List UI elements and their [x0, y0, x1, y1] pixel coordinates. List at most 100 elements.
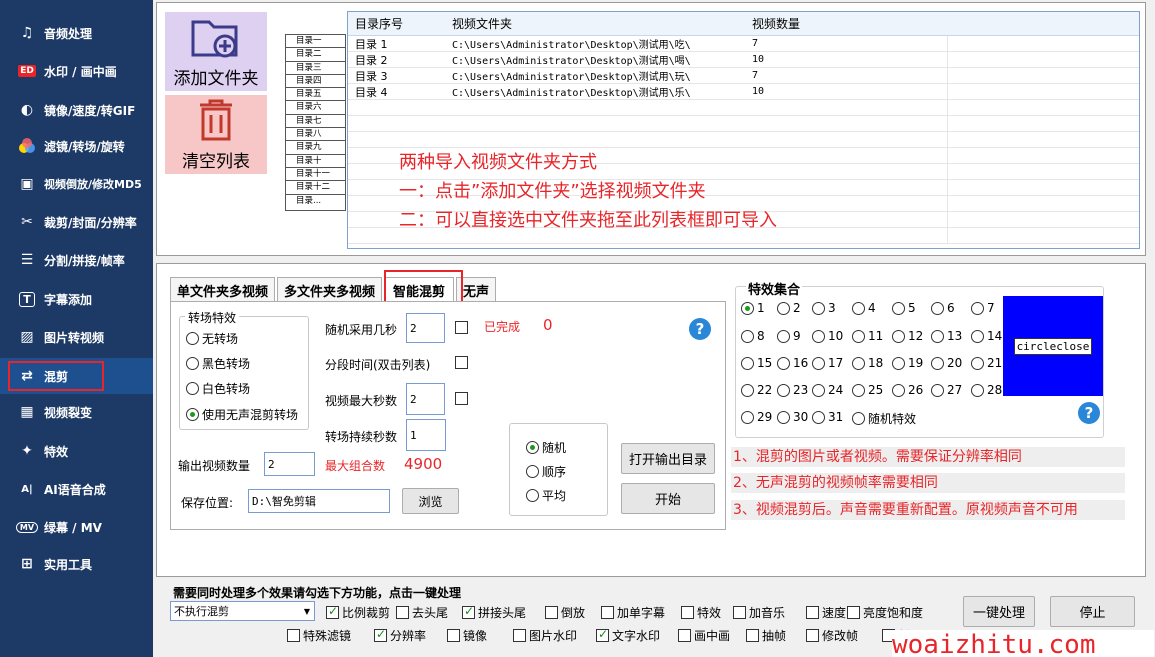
effect-radio[interactable]: 10 — [812, 329, 843, 343]
batch-option[interactable]: 抽帧 — [746, 627, 786, 644]
sidebar-item-tools[interactable]: ⊞ 实用工具 — [0, 546, 153, 582]
sidebar-item-mv[interactable]: MV 绿幕 / MV — [0, 509, 153, 545]
tab-highlight-box — [384, 270, 463, 305]
effect-radio[interactable]: 17 — [812, 356, 843, 370]
effect-radio[interactable]: 13 — [931, 329, 962, 343]
effect-radio[interactable]: 24 — [812, 383, 843, 397]
stop-button[interactable]: 停止 — [1050, 596, 1135, 627]
effect-radio[interactable]: 16 — [777, 356, 808, 370]
effect-radio[interactable]: 30 — [777, 410, 808, 424]
table-row[interactable]: 目录 2 C:\Users\Administrator\Desktop\测试用\… — [348, 52, 1139, 68]
effect-radio[interactable]: 15 — [741, 356, 772, 370]
table-row[interactable]: 目录 4 C:\Users\Administrator\Desktop\测试用\… — [348, 84, 1139, 100]
batch-option[interactable]: 特效 — [681, 604, 721, 621]
effect-radio[interactable]: 31 — [812, 410, 843, 424]
sidebar-item-fission[interactable]: ▦ 视频裂变 — [0, 394, 153, 430]
effect-radio[interactable]: 9 — [777, 329, 801, 343]
effect-radio[interactable]: 29 — [741, 410, 772, 424]
transition-seconds-input[interactable]: 1 — [406, 419, 446, 451]
browse-button[interactable]: 浏览 — [402, 488, 459, 514]
batch-option[interactable]: 文字水印 — [596, 627, 660, 644]
effect-radio[interactable]: 7 — [971, 301, 995, 315]
sidebar-item-subtitle[interactable]: T 字幕添加 — [0, 281, 153, 317]
effect-radio[interactable]: 随机特效 — [852, 410, 916, 427]
effect-radio[interactable]: 25 — [852, 383, 883, 397]
radio-silent-transition[interactable]: 使用无声混剪转场 — [186, 406, 298, 423]
sidebar-item-mirror[interactable]: ◐ 镜像/速度/转GIF — [0, 92, 153, 128]
output-count-input[interactable]: 2 — [264, 452, 315, 476]
batch-option[interactable]: 拼接头尾 — [462, 604, 526, 621]
batch-option[interactable]: 分辨率 — [374, 627, 426, 644]
add-folder-button[interactable]: 添加文件夹 — [165, 12, 267, 91]
batch-option[interactable]: 特殊滤镜 — [287, 627, 351, 644]
effect-radio[interactable]: 5 — [892, 301, 916, 315]
radio-order-sequential[interactable]: 顺序 — [526, 463, 566, 480]
effect-radio[interactable]: 8 — [741, 329, 765, 343]
dir-item: 目录七 — [286, 115, 345, 129]
max-seconds-checkbox[interactable] — [455, 392, 468, 405]
random-seconds-checkbox[interactable] — [455, 321, 468, 334]
batch-option[interactable]: 速度 — [806, 604, 846, 621]
sidebar-item-filter[interactable]: 滤镜/转场/旋转 — [0, 128, 153, 164]
batch-option[interactable]: 加单字幕 — [601, 604, 665, 621]
batch-option[interactable]: 加音乐 — [733, 604, 785, 621]
tab-single-folder[interactable]: 单文件夹多视频 — [170, 277, 276, 302]
sidebar-item-split[interactable]: ☰ 分割/拼接/帧率 — [0, 242, 153, 278]
effect-radio[interactable]: 4 — [852, 301, 876, 315]
table-row[interactable]: 目录 3 C:\Users\Administrator\Desktop\测试用\… — [348, 68, 1139, 84]
effect-radio[interactable]: 28 — [971, 383, 1002, 397]
max-seconds-input[interactable]: 2 — [406, 383, 445, 415]
clear-list-button[interactable]: 清空列表 — [165, 95, 267, 174]
sidebar-item-watermark[interactable]: ED 水印 / 画中画 — [0, 53, 153, 89]
help-icon[interactable]: ? — [689, 318, 711, 340]
sidebar-item-effects[interactable]: ✦ 特效 — [0, 433, 153, 469]
sidebar-item-reverse[interactable]: ▣ 视频倒放/修改MD5 — [0, 166, 153, 202]
sidebar-item-audio[interactable]: ♫ 音频处理 — [0, 15, 153, 51]
effect-radio[interactable]: 21 — [971, 356, 1002, 370]
radio-black-transition[interactable]: 黑色转场 — [186, 355, 250, 372]
random-seconds-input[interactable]: 2 — [406, 313, 445, 343]
effect-radio[interactable]: 14 — [971, 329, 1002, 343]
effect-radio[interactable]: 26 — [892, 383, 923, 397]
effect-radio[interactable]: 27 — [931, 383, 962, 397]
effect-label: 19 — [908, 356, 924, 370]
effect-radio[interactable]: 11 — [852, 329, 883, 343]
radio-order-average[interactable]: 平均 — [526, 487, 566, 504]
effect-radio[interactable]: 1 — [741, 301, 765, 315]
batch-option[interactable]: 亮度饱和度 — [847, 604, 923, 621]
batch-option[interactable]: 画中画 — [678, 627, 730, 644]
radio-order-random[interactable]: 随机 — [526, 439, 566, 456]
batch-option[interactable]: 修改帧 — [806, 627, 858, 644]
radio-dot — [777, 356, 790, 370]
batch-option[interactable]: 图片水印 — [513, 627, 577, 644]
batch-option[interactable]: 镜像 — [447, 627, 487, 644]
segment-time-checkbox[interactable] — [455, 356, 468, 369]
batch-option-label: 速度 — [822, 606, 847, 620]
radio-no-transition[interactable]: 无转场 — [186, 330, 238, 347]
sidebar-item-ai-voice[interactable]: A| AI语音合成 — [0, 471, 153, 507]
batch-option[interactable]: 去头尾 — [396, 604, 448, 621]
open-output-button[interactable]: 打开输出目录 — [621, 443, 715, 474]
table-row[interactable]: 目录 1 C:\Users\Administrator\Desktop\测试用\… — [348, 36, 1139, 52]
tab-multi-folder[interactable]: 多文件夹多视频 — [277, 277, 383, 302]
start-button[interactable]: 开始 — [621, 483, 715, 514]
effect-radio[interactable]: 20 — [931, 356, 962, 370]
radio-white-transition[interactable]: 白色转场 — [186, 380, 250, 397]
effect-radio[interactable]: 6 — [931, 301, 955, 315]
batch-option[interactable]: 比例裁剪 — [326, 604, 390, 621]
effect-radio[interactable]: 22 — [741, 383, 772, 397]
scissors-icon: ✂ — [21, 214, 33, 230]
one-click-button[interactable]: 一键处理 — [963, 596, 1035, 627]
sidebar-item-crop[interactable]: ✂ 裁剪/封面/分辨率 — [0, 204, 153, 240]
sidebar-item-image-video[interactable]: ▨ 图片转视频 — [0, 319, 153, 355]
effect-radio[interactable]: 23 — [777, 383, 808, 397]
effect-radio[interactable]: 19 — [892, 356, 923, 370]
batch-option[interactable]: 倒放 — [545, 604, 585, 621]
effect-radio[interactable]: 12 — [892, 329, 923, 343]
effects-help-icon[interactable]: ? — [1078, 402, 1100, 424]
effect-radio[interactable]: 18 — [852, 356, 883, 370]
effect-radio[interactable]: 2 — [777, 301, 801, 315]
mix-mode-select[interactable]: 不执行混剪 ▼ — [170, 601, 315, 621]
effect-radio[interactable]: 3 — [812, 301, 836, 315]
save-location-input[interactable]: D:\智免剪辑 — [248, 489, 390, 513]
